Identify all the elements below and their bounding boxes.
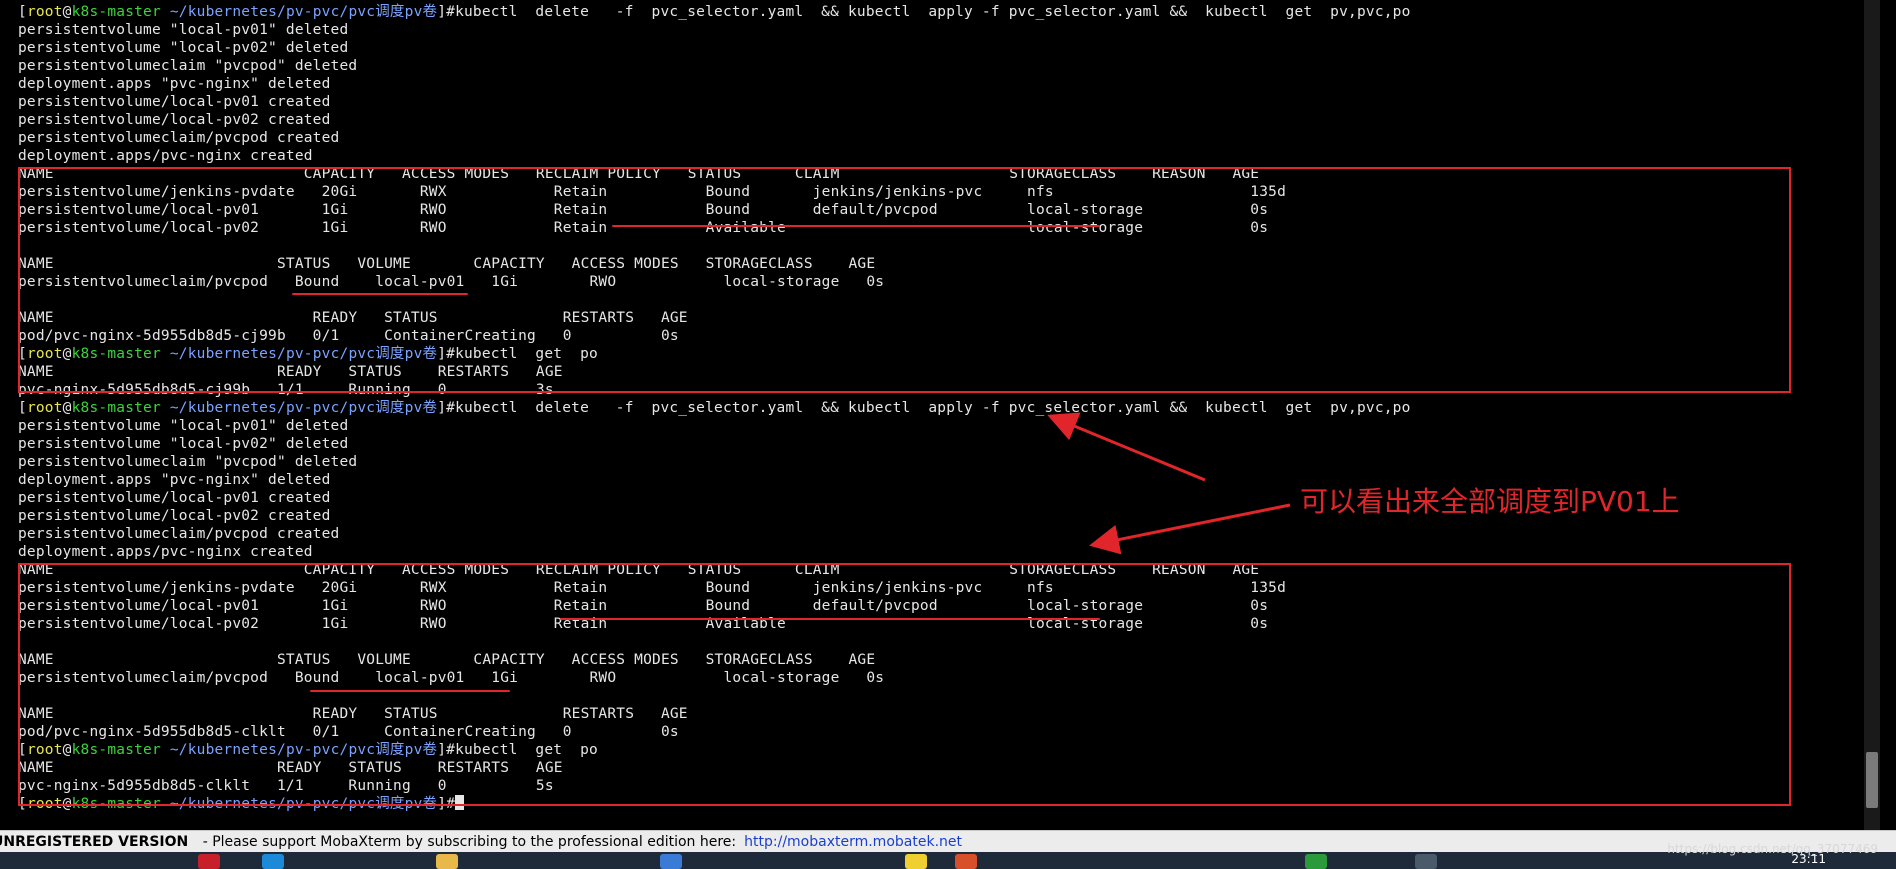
annotation-text: 可以看出来全部调度到PV01上 [1300, 485, 1680, 518]
status-bar: UNREGISTERED VERSION - Please support Mo… [0, 830, 1896, 853]
annotation-arrows [1047, 412, 1291, 555]
folder-icon[interactable] [436, 854, 458, 869]
terminal-window[interactable]: [root@k8s-master ~/kubernetes/pv-pvc/pvc… [0, 0, 1880, 830]
app-icon-blue[interactable] [262, 854, 284, 869]
app-icon-yellow[interactable] [905, 854, 927, 869]
taskbar: 23:11 [0, 852, 1896, 869]
watermark: https://blog.csdn.net/qq_37077469 [1667, 842, 1878, 856]
support-message: - Please support MobaXterm by subscribin… [198, 834, 737, 850]
mobaxterm-link[interactable]: http://mobaxterm.mobatek.net [744, 834, 962, 850]
scrollbar-thumb[interactable] [1866, 752, 1878, 808]
app-icon-orange[interactable] [955, 854, 977, 869]
browser-icon[interactable] [660, 854, 682, 869]
vertical-scrollbar[interactable] [1864, 0, 1880, 830]
arrow-to-table [1089, 503, 1291, 555]
arrow-to-command [1047, 412, 1206, 482]
unregistered-label: UNREGISTERED VERSION [0, 834, 189, 850]
terminal-app-icon[interactable] [1415, 854, 1437, 869]
app-icon-red[interactable] [198, 854, 220, 869]
app-icon-green[interactable] [1305, 854, 1327, 869]
